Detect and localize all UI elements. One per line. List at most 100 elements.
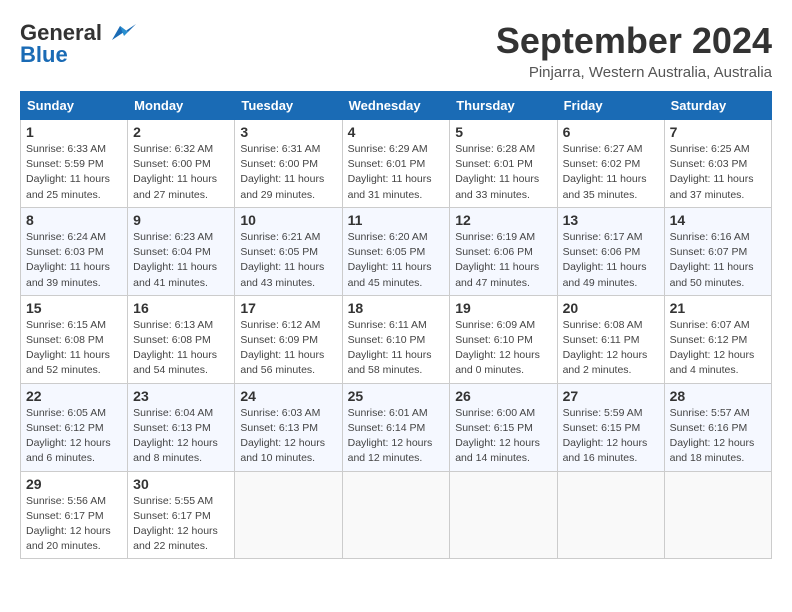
- calendar-cell: 16 Sunrise: 6:13 AMSunset: 6:08 PMDayligh…: [128, 295, 235, 383]
- calendar-cell: 3 Sunrise: 6:31 AMSunset: 6:00 PMDaylight…: [235, 120, 342, 208]
- day-info: Sunrise: 6:28 AMSunset: 6:01 PMDaylight:…: [455, 142, 551, 203]
- day-number: 3: [240, 124, 336, 140]
- day-number: 12: [455, 212, 551, 228]
- calendar-cell: 22Sunrise: 6:05 AMSunset: 6:12 PMDayligh…: [21, 383, 128, 471]
- calendar-header-row: Sunday Monday Tuesday Wednesday Thursday…: [21, 92, 772, 120]
- header: General Blue September 2024 Pinjarra, We…: [20, 20, 772, 81]
- header-sunday: Sunday: [21, 92, 128, 120]
- calendar-cell: 9 Sunrise: 6:23 AMSunset: 6:04 PMDaylight…: [128, 207, 235, 295]
- day-number: 19: [455, 300, 551, 316]
- calendar-cell: 28 Sunrise: 5:57 AMSunset: 6:16 PMDayligh…: [664, 383, 771, 471]
- header-thursday: Thursday: [450, 92, 557, 120]
- day-number: 16: [133, 300, 229, 316]
- day-info: Sunrise: 6:27 AMSunset: 6:02 PMDaylight:…: [563, 142, 659, 203]
- calendar-cell: 29 Sunrise: 5:56 AMSunset: 6:17 PMDayligh…: [21, 471, 128, 559]
- calendar-cell: 5 Sunrise: 6:28 AMSunset: 6:01 PMDaylight…: [450, 120, 557, 208]
- day-number: 24: [240, 388, 336, 404]
- calendar-cell: 21 Sunrise: 6:07 AMSunset: 6:12 PMDayligh…: [664, 295, 771, 383]
- day-number: 9: [133, 212, 229, 228]
- day-number: 18: [348, 300, 445, 316]
- day-info: Sunrise: 6:33 AMSunset: 5:59 PMDaylight:…: [26, 142, 122, 203]
- day-info: Sunrise: 6:21 AMSunset: 6:05 PMDaylight:…: [240, 230, 336, 291]
- calendar-row: 15Sunrise: 6:15 AMSunset: 6:08 PMDayligh…: [21, 295, 772, 383]
- day-number: 25: [348, 388, 445, 404]
- day-info: Sunrise: 6:12 AMSunset: 6:09 PMDaylight:…: [240, 318, 336, 379]
- day-info: Sunrise: 6:07 AMSunset: 6:12 PMDaylight:…: [670, 318, 766, 379]
- calendar-cell: 6 Sunrise: 6:27 AMSunset: 6:02 PMDaylight…: [557, 120, 664, 208]
- day-info: Sunrise: 6:20 AMSunset: 6:05 PMDaylight:…: [348, 230, 445, 291]
- location-title: Pinjarra, Western Australia, Australia: [496, 64, 772, 81]
- day-number: 23: [133, 388, 229, 404]
- day-info: Sunrise: 6:01 AMSunset: 6:14 PMDaylight:…: [348, 406, 445, 467]
- calendar-cell: 12 Sunrise: 6:19 AMSunset: 6:06 PMDayligh…: [450, 207, 557, 295]
- day-number: 21: [670, 300, 766, 316]
- day-number: 27: [563, 388, 659, 404]
- calendar-cell: [450, 471, 557, 559]
- day-info: Sunrise: 6:16 AMSunset: 6:07 PMDaylight:…: [670, 230, 766, 291]
- calendar-cell: 14 Sunrise: 6:16 AMSunset: 6:07 PMDayligh…: [664, 207, 771, 295]
- day-number: 14: [670, 212, 766, 228]
- day-info: Sunrise: 6:13 AMSunset: 6:08 PMDaylight:…: [133, 318, 229, 379]
- calendar-cell: 18Sunrise: 6:11 AMSunset: 6:10 PMDayligh…: [342, 295, 450, 383]
- day-info: Sunrise: 6:25 AMSunset: 6:03 PMDaylight:…: [670, 142, 766, 203]
- header-monday: Monday: [128, 92, 235, 120]
- day-info: Sunrise: 5:56 AMSunset: 6:17 PMDaylight:…: [26, 494, 122, 555]
- logo-bird-icon: [104, 22, 136, 44]
- day-info: Sunrise: 6:17 AMSunset: 6:06 PMDaylight:…: [563, 230, 659, 291]
- day-info: Sunrise: 5:59 AMSunset: 6:15 PMDaylight:…: [563, 406, 659, 467]
- day-number: 10: [240, 212, 336, 228]
- day-info: Sunrise: 6:19 AMSunset: 6:06 PMDaylight:…: [455, 230, 551, 291]
- calendar-cell: [342, 471, 450, 559]
- calendar-table: Sunday Monday Tuesday Wednesday Thursday…: [20, 91, 772, 559]
- day-info: Sunrise: 6:05 AMSunset: 6:12 PMDaylight:…: [26, 406, 122, 467]
- calendar-body: 1 Sunrise: 6:33 AMSunset: 5:59 PMDaylight…: [21, 120, 772, 559]
- day-number: 15: [26, 300, 122, 316]
- calendar-cell: 1 Sunrise: 6:33 AMSunset: 5:59 PMDaylight…: [21, 120, 128, 208]
- day-number: 28: [670, 388, 766, 404]
- calendar-cell: 8 Sunrise: 6:24 AMSunset: 6:03 PMDaylight…: [21, 207, 128, 295]
- calendar-row: 1 Sunrise: 6:33 AMSunset: 5:59 PMDaylight…: [21, 120, 772, 208]
- day-info: Sunrise: 6:31 AMSunset: 6:00 PMDaylight:…: [240, 142, 336, 203]
- calendar-cell: 25 Sunrise: 6:01 AMSunset: 6:14 PMDayligh…: [342, 383, 450, 471]
- calendar-row: 29 Sunrise: 5:56 AMSunset: 6:17 PMDayligh…: [21, 471, 772, 559]
- day-number: 7: [670, 124, 766, 140]
- header-saturday: Saturday: [664, 92, 771, 120]
- calendar-cell: 26 Sunrise: 6:00 AMSunset: 6:15 PMDayligh…: [450, 383, 557, 471]
- day-number: 30: [133, 476, 229, 492]
- calendar-cell: 30 Sunrise: 5:55 AMSunset: 6:17 PMDayligh…: [128, 471, 235, 559]
- day-number: 29: [26, 476, 122, 492]
- day-info: Sunrise: 6:23 AMSunset: 6:04 PMDaylight:…: [133, 230, 229, 291]
- title-area: September 2024 Pinjarra, Western Austral…: [496, 20, 772, 81]
- day-info: Sunrise: 6:00 AMSunset: 6:15 PMDaylight:…: [455, 406, 551, 467]
- calendar-cell: 24 Sunrise: 6:03 AMSunset: 6:13 PMDayligh…: [235, 383, 342, 471]
- calendar-cell: 27 Sunrise: 5:59 AMSunset: 6:15 PMDayligh…: [557, 383, 664, 471]
- day-info: Sunrise: 6:03 AMSunset: 6:13 PMDaylight:…: [240, 406, 336, 467]
- calendar-cell: [557, 471, 664, 559]
- day-number: 6: [563, 124, 659, 140]
- day-info: Sunrise: 6:04 AMSunset: 6:13 PMDaylight:…: [133, 406, 229, 467]
- day-number: 4: [348, 124, 445, 140]
- calendar-cell: 11Sunrise: 6:20 AMSunset: 6:05 PMDayligh…: [342, 207, 450, 295]
- calendar-cell: 15Sunrise: 6:15 AMSunset: 6:08 PMDayligh…: [21, 295, 128, 383]
- header-wednesday: Wednesday: [342, 92, 450, 120]
- day-info: Sunrise: 6:09 AMSunset: 6:10 PMDaylight:…: [455, 318, 551, 379]
- day-number: 1: [26, 124, 122, 140]
- calendar-cell: 7 Sunrise: 6:25 AMSunset: 6:03 PMDaylight…: [664, 120, 771, 208]
- calendar-row: 22Sunrise: 6:05 AMSunset: 6:12 PMDayligh…: [21, 383, 772, 471]
- day-info: Sunrise: 5:57 AMSunset: 6:16 PMDaylight:…: [670, 406, 766, 467]
- day-info: Sunrise: 5:55 AMSunset: 6:17 PMDaylight:…: [133, 494, 229, 555]
- day-info: Sunrise: 6:08 AMSunset: 6:11 PMDaylight:…: [563, 318, 659, 379]
- calendar-cell: 10 Sunrise: 6:21 AMSunset: 6:05 PMDayligh…: [235, 207, 342, 295]
- day-number: 5: [455, 124, 551, 140]
- day-info: Sunrise: 6:32 AMSunset: 6:00 PMDaylight:…: [133, 142, 229, 203]
- calendar-cell: 4Sunrise: 6:29 AMSunset: 6:01 PMDaylight…: [342, 120, 450, 208]
- day-info: Sunrise: 6:24 AMSunset: 6:03 PMDaylight:…: [26, 230, 122, 291]
- calendar-cell: 2Sunrise: 6:32 AMSunset: 6:00 PMDaylight…: [128, 120, 235, 208]
- day-number: 8: [26, 212, 122, 228]
- calendar-cell: [235, 471, 342, 559]
- day-number: 26: [455, 388, 551, 404]
- calendar-cell: 23 Sunrise: 6:04 AMSunset: 6:13 PMDayligh…: [128, 383, 235, 471]
- header-tuesday: Tuesday: [235, 92, 342, 120]
- calendar-row: 8 Sunrise: 6:24 AMSunset: 6:03 PMDaylight…: [21, 207, 772, 295]
- logo: General Blue: [20, 20, 136, 68]
